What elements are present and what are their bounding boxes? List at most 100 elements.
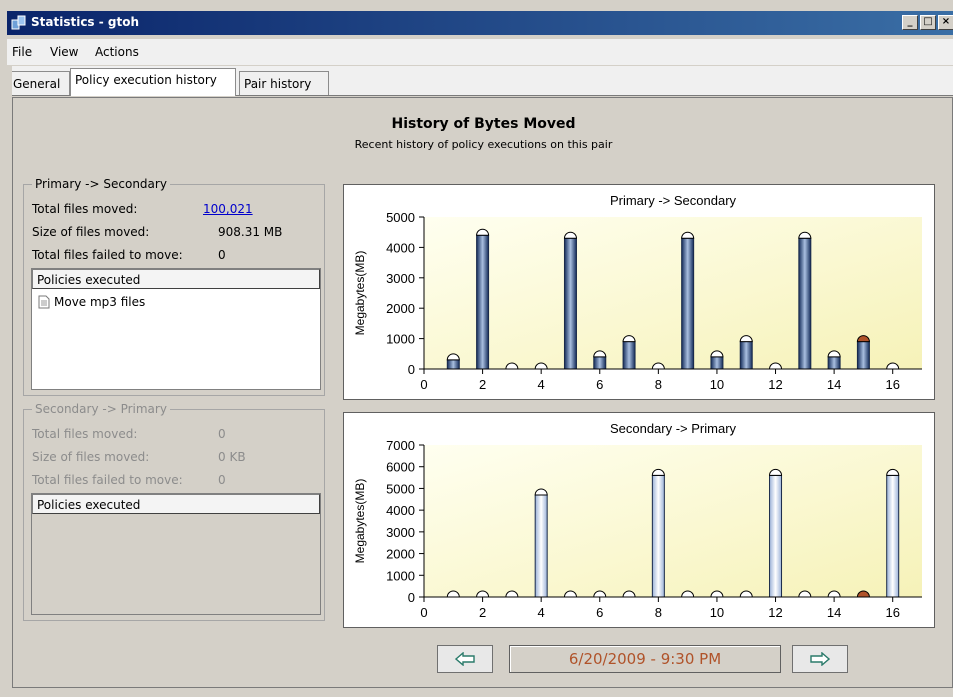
- y-tick-label: 4000: [386, 503, 415, 518]
- y-tick-label: 5000: [386, 481, 415, 496]
- secondary-policies-list[interactable]: Policies executed: [31, 493, 321, 615]
- menu-file[interactable]: File: [12, 45, 32, 59]
- policy-item-label: Move mp3 files: [54, 295, 146, 309]
- page-subtitle: Recent history of policy executions on t…: [354, 138, 613, 151]
- chart-primary-to-secondary: Primary -> SecondaryMegabytes(MB)0100020…: [353, 193, 922, 392]
- x-tick-label: 8: [655, 605, 662, 620]
- x-tick-label: 12: [768, 605, 782, 620]
- tab-general[interactable]: General: [8, 71, 70, 95]
- y-tick-label: 1000: [386, 332, 415, 347]
- left-arrow-icon: [454, 651, 475, 667]
- tab-strip: General Policy execution history Pair hi…: [7, 66, 953, 96]
- chart-primary-panel: Primary -> Secondary Megabytes(MB) 0 1000 20…: [343, 184, 935, 400]
- primary-policies-list[interactable]: Policies executed Move mp3 files: [31, 268, 321, 390]
- x-tick-label: 16: [885, 377, 899, 392]
- secondary-size-label: Size of files moved:: [32, 450, 150, 464]
- primary-failed-label: Total files failed to move:: [32, 248, 183, 262]
- bar: [798, 237, 812, 370]
- app-icon: [11, 15, 26, 30]
- bar: [563, 237, 577, 370]
- y-axis-label: Megabytes(MB): [353, 479, 367, 564]
- secondary-total-files-label: Total files moved:: [32, 427, 138, 441]
- chart-title: Secondary -> Primary: [610, 421, 737, 436]
- primary-total-files-link[interactable]: 100,021: [203, 202, 253, 216]
- x-tick-label: 14: [827, 377, 841, 392]
- tab-policy-execution-history[interactable]: Policy execution history: [70, 68, 236, 96]
- primary-policies-header: Policies executed: [32, 269, 320, 289]
- y-tick-label: 2000: [386, 547, 415, 562]
- x-tick-label: 14: [827, 605, 841, 620]
- bar: [476, 234, 490, 370]
- chart-secondary-to-primary: Secondary -> Primary Megabytes(MB) 0 1000 20…: [353, 421, 922, 620]
- x-tick-label: 10: [710, 377, 724, 392]
- x-tick-label: 12: [768, 377, 782, 392]
- x-tick-label: 6: [596, 377, 603, 392]
- tab-general-label: General: [13, 77, 61, 91]
- y-tick-label: 3000: [386, 271, 415, 286]
- date-display: 6/20/2009 - 9:30 PM: [509, 645, 781, 673]
- x-tick-label: 6: [596, 605, 603, 620]
- title-bar: Statistics - gtoh _ □ ×: [7, 11, 953, 35]
- x-tick-label: 16: [885, 605, 899, 620]
- statistics-window: Statistics - gtoh _ □ × File View Action…: [0, 0, 953, 697]
- x-tick-label: 4: [538, 377, 545, 392]
- bar: [593, 356, 607, 370]
- chart-title: Primary -> Secondary: [610, 193, 737, 208]
- y-tick-label: 0: [408, 362, 415, 377]
- primary-size-value: 908.31 MB: [218, 225, 283, 239]
- y-tick-label: 1000: [386, 568, 415, 583]
- bar: [651, 474, 665, 598]
- secondary-group-legend: Secondary -> Primary: [32, 402, 170, 416]
- secondary-total-files-value: 0: [218, 427, 226, 441]
- maximize-button[interactable]: □: [920, 15, 936, 30]
- y-tick-label: 0: [408, 590, 415, 605]
- previous-button[interactable]: [437, 645, 493, 673]
- x-tick-label: 10: [710, 605, 724, 620]
- bar: [710, 356, 724, 370]
- window-title: Statistics - gtoh: [31, 15, 140, 29]
- close-button[interactable]: ×: [938, 15, 953, 30]
- tab-policy-execution-history-label: Policy execution history: [75, 73, 217, 87]
- primary-size-label: Size of files moved:: [32, 225, 150, 239]
- y-tick-label: 7000: [386, 438, 415, 453]
- secondary-failed-value: 0: [218, 473, 226, 487]
- policy-item-move-mp3[interactable]: Move mp3 files: [38, 295, 145, 309]
- bar: [739, 341, 753, 370]
- bar: [827, 356, 841, 370]
- x-tick-label: 0: [420, 377, 427, 392]
- bar: [681, 237, 695, 370]
- x-tick-label: 8: [655, 377, 662, 392]
- secondary-failed-label: Total files failed to move:: [32, 473, 183, 487]
- y-axis-label: Megabytes(MB): [353, 251, 367, 336]
- y-tick-label: 2000: [386, 301, 415, 316]
- menu-view[interactable]: View: [50, 45, 78, 59]
- y-tick-label: 6000: [386, 460, 415, 475]
- primary-total-files-label: Total files moved:: [32, 202, 138, 216]
- bar: [446, 359, 460, 370]
- x-tick-label: 2: [479, 377, 486, 392]
- bar: [769, 474, 783, 598]
- y-tick-label: 5000: [386, 210, 415, 225]
- x-tick-label: 0: [420, 605, 427, 620]
- primary-group-legend: Primary -> Secondary: [32, 177, 170, 191]
- plot-area: [424, 217, 922, 369]
- secondary-policies-header: Policies executed: [32, 494, 320, 514]
- bar: [622, 341, 636, 370]
- x-tick-label: 4: [538, 605, 545, 620]
- y-tick-label: 4000: [386, 240, 415, 255]
- next-button[interactable]: [792, 645, 848, 673]
- document-icon: [38, 295, 50, 309]
- bar: [856, 341, 870, 370]
- minimize-button[interactable]: _: [902, 15, 918, 30]
- chart-secondary-panel: Secondary -> Primary Megabytes(MB) 0 1000 20…: [343, 412, 935, 628]
- tab-pair-history[interactable]: Pair history: [239, 71, 329, 95]
- menu-actions[interactable]: Actions: [95, 45, 139, 59]
- tab-content: History of Bytes Moved Recent history of…: [12, 97, 953, 688]
- menu-bar: File View Actions: [7, 39, 953, 65]
- secondary-size-value: 0 KB: [218, 450, 246, 464]
- bar: [886, 474, 900, 598]
- tab-pair-history-label: Pair history: [244, 77, 312, 91]
- bar: [534, 494, 548, 598]
- right-arrow-icon: [810, 651, 831, 667]
- secondary-group: Secondary -> Primary Total files moved: …: [23, 402, 325, 621]
